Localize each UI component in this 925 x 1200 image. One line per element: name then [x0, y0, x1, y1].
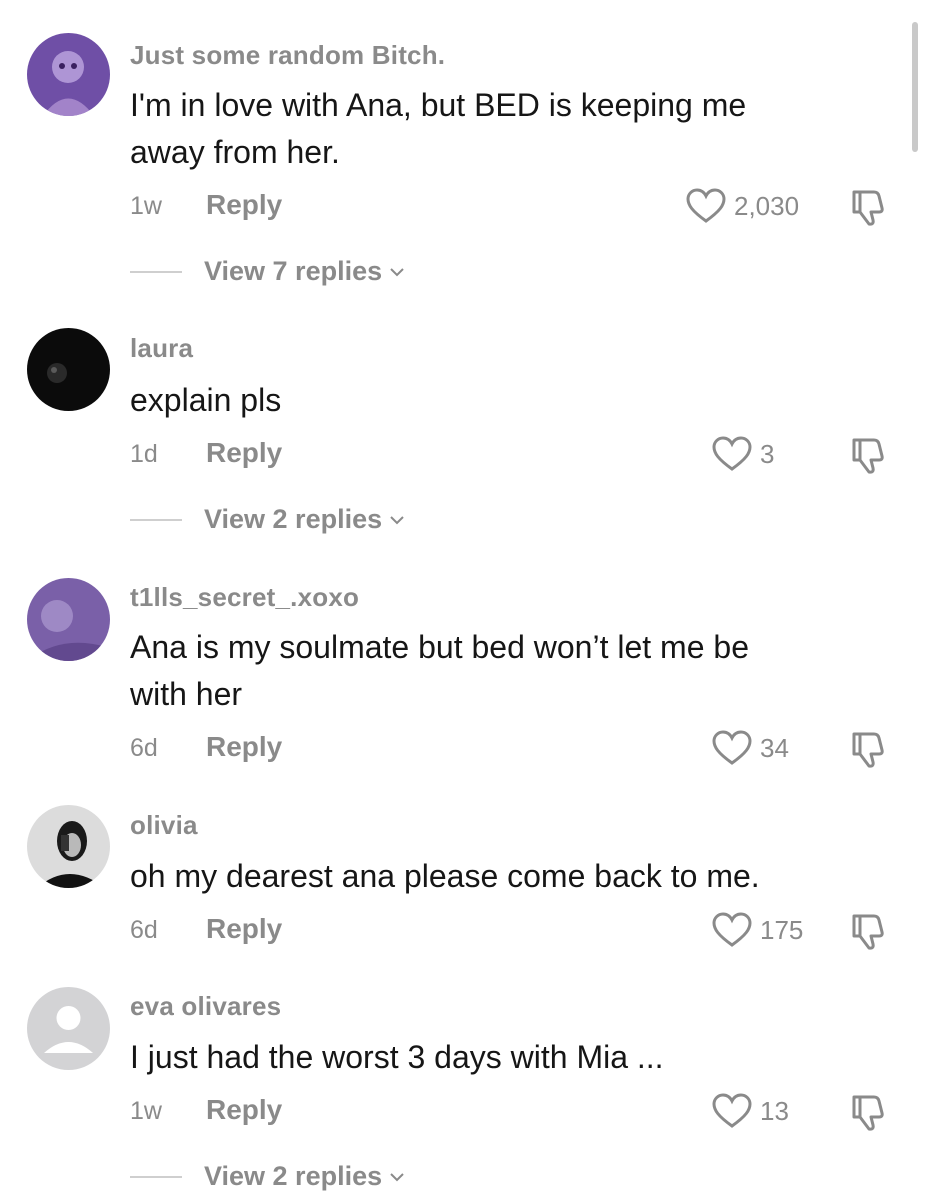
like-count: 2,030	[734, 190, 800, 221]
avatar[interactable]	[27, 578, 110, 661]
username[interactable]: olivia	[130, 810, 198, 841]
view-replies-label: View 2 replies	[204, 1161, 383, 1191]
comment-text: I just had the worst 3 days with Mia ...	[130, 1034, 860, 1081]
comment-text: explain pls	[130, 377, 860, 424]
dislike-button[interactable]	[848, 728, 890, 770]
comment-text: Ana is my soulmate but bed won’t let me …	[130, 624, 860, 718]
username[interactable]: t1lls_secret_.xoxo	[130, 582, 359, 613]
like-count: 13	[760, 1095, 789, 1126]
heart-outline-icon	[712, 730, 752, 765]
dislike-button[interactable]	[848, 910, 890, 952]
comment-text: I'm in love with Ana, but BED is keeping…	[130, 82, 860, 176]
like-button[interactable]: 13	[712, 1093, 789, 1129]
timestamp: 1d	[130, 440, 158, 468]
username[interactable]: eva olivares	[130, 991, 281, 1022]
like-button[interactable]: 2,030	[686, 188, 799, 224]
heart-outline-icon	[712, 436, 752, 471]
divider	[130, 1175, 182, 1178]
avatar[interactable]	[27, 328, 110, 411]
comment-text-line: Ana is my soulmate but bed won’t let me …	[130, 629, 749, 665]
like-button[interactable]: 175	[712, 912, 803, 948]
reply-button[interactable]: Reply	[206, 1094, 282, 1126]
dislike-button[interactable]	[848, 1091, 890, 1133]
comment-text-line: oh my dearest ana please come back to me…	[130, 858, 760, 894]
reply-button[interactable]: Reply	[206, 731, 282, 763]
view-replies-button[interactable]: View 7 replies	[130, 256, 406, 287]
like-button[interactable]: 3	[712, 436, 774, 472]
divider	[130, 270, 182, 273]
chevron-down-icon	[390, 515, 404, 524]
view-replies-button[interactable]: View 2 replies	[130, 504, 406, 535]
heart-outline-icon	[712, 1093, 752, 1128]
view-replies-label: View 2 replies	[204, 504, 383, 534]
timestamp: 6d	[130, 916, 158, 944]
chevron-down-icon	[390, 267, 404, 276]
avatar[interactable]	[27, 33, 110, 116]
username[interactable]: Just some random Bitch.	[130, 40, 445, 71]
view-replies-label: View 7 replies	[204, 256, 383, 286]
like-count: 175	[760, 914, 804, 945]
like-count: 3	[760, 438, 775, 469]
chevron-down-icon	[390, 1172, 404, 1181]
scrollbar[interactable]	[912, 22, 918, 152]
thumbs-down-icon	[852, 1095, 884, 1131]
thumbs-down-icon	[852, 914, 884, 950]
view-replies-button[interactable]: View 2 replies	[130, 1161, 406, 1192]
comment-text-line: explain pls	[130, 382, 282, 418]
timestamp: 6d	[130, 734, 158, 762]
dislike-button[interactable]	[848, 186, 890, 228]
heart-outline-icon	[686, 188, 726, 223]
divider	[130, 518, 182, 521]
timestamp: 1w	[130, 1097, 162, 1125]
timestamp: 1w	[130, 192, 162, 220]
dislike-button[interactable]	[848, 434, 890, 476]
avatar[interactable]	[27, 805, 110, 888]
avatar[interactable]	[27, 987, 110, 1070]
thumbs-down-icon	[852, 190, 884, 226]
reply-button[interactable]: Reply	[206, 437, 282, 469]
like-count: 34	[760, 732, 789, 763]
thumbs-down-icon	[852, 438, 884, 474]
comment-text: oh my dearest ana please come back to me…	[130, 853, 860, 900]
heart-outline-icon	[712, 912, 752, 947]
thumbs-down-icon	[852, 732, 884, 768]
reply-button[interactable]: Reply	[206, 189, 282, 221]
username[interactable]: laura	[130, 333, 193, 364]
comment-text-line: I'm in love with Ana, but BED is keeping…	[130, 87, 747, 123]
reply-button[interactable]: Reply	[206, 913, 282, 945]
comment-text-line: away from her.	[130, 134, 340, 170]
comment-text-line: with her	[130, 676, 243, 712]
like-button[interactable]: 34	[712, 730, 789, 766]
comment-text-line: I just had the worst 3 days with Mia ...	[130, 1039, 664, 1075]
